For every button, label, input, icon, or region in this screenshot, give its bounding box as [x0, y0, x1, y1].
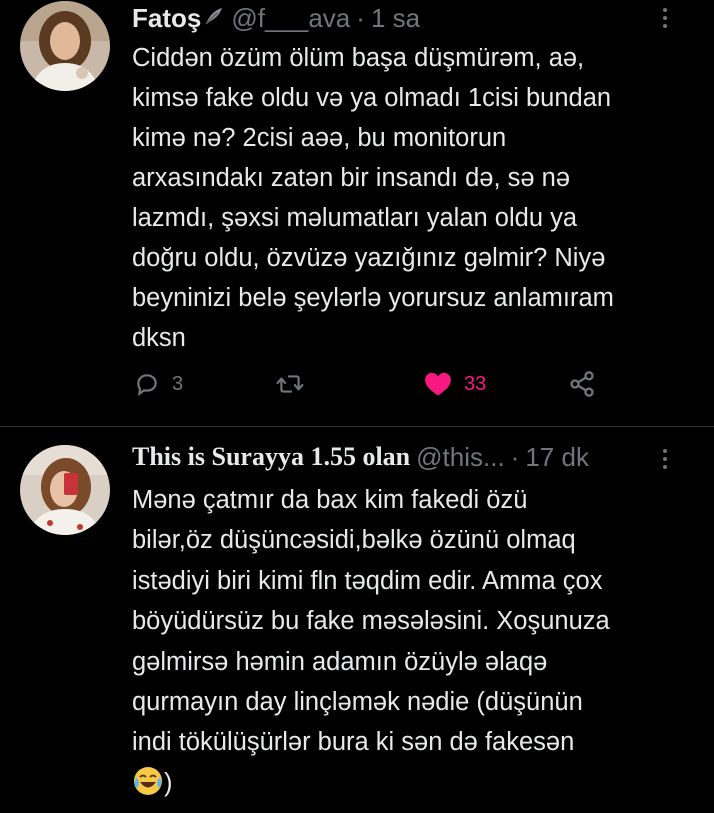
more-icon[interactable] — [654, 445, 676, 475]
tweet-text-main: Mənə çatmır da bax kim fakedi özü bilər,… — [132, 486, 610, 757]
like-count: 33 — [464, 372, 487, 395]
avatar[interactable] — [20, 1, 110, 91]
retweet-button[interactable] — [276, 364, 316, 404]
reply-button[interactable]: 3 — [134, 364, 183, 404]
tweet[interactable]: Fatoş @f___ava · 1 sa Ciddən özüm ölüm b… — [0, 0, 714, 427]
tweet[interactable]: This is Surayya 1.55 olan @this... · 17 … — [0, 427, 714, 813]
more-icon[interactable] — [654, 4, 676, 34]
tweet-text: Mənə çatmır da bax kim fakedi özü bilər,… — [132, 480, 692, 803]
display-name[interactable]: Fatoş — [132, 3, 201, 34]
timestamp[interactable]: 17 dk — [525, 442, 589, 473]
reply-count: 3 — [172, 372, 184, 395]
share-button[interactable] — [568, 364, 596, 404]
like-button[interactable]: 33 — [424, 364, 486, 404]
share-icon — [570, 371, 594, 397]
reply-icon — [137, 374, 157, 397]
tweet-text-tail: ) — [164, 768, 173, 797]
tweet-text: Ciddən özüm ölüm başa düşmürəm, aə, kims… — [132, 44, 614, 352]
heart-icon — [425, 372, 451, 396]
crying-laughing-emoji-icon — [132, 765, 164, 797]
display-name[interactable]: This is Surayya 1.55 olan — [132, 442, 410, 472]
separator: · — [510, 441, 520, 472]
avatar[interactable] — [20, 445, 110, 535]
feather-emoji-icon — [203, 3, 225, 34]
tweet-actions: 3 33 — [132, 364, 692, 404]
user-handle[interactable]: @this... — [416, 442, 505, 473]
timestamp[interactable]: 1 sa — [371, 3, 420, 34]
user-handle[interactable]: @f___ava — [231, 3, 350, 34]
retweet-icon — [276, 375, 304, 393]
separator: · — [356, 2, 365, 33]
